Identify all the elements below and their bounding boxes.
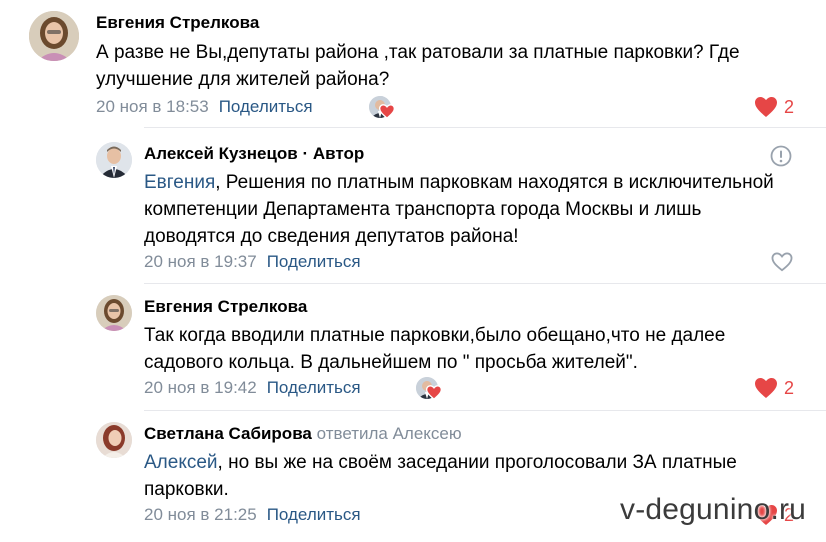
share-link[interactable]: Поделиться	[267, 252, 361, 271]
liker-avatar[interactable]	[369, 96, 395, 122]
like-button[interactable]: 2	[754, 376, 794, 400]
liker-avatar[interactable]	[416, 377, 442, 403]
comment-text: Так когда вводили платные парковки,было …	[144, 325, 726, 373]
author-name[interactable]: Алексей Кузнецов · Автор	[144, 144, 364, 164]
heart-outline-icon	[771, 252, 793, 272]
divider	[144, 283, 826, 284]
timestamp[interactable]: 20 ноя в 19:37	[144, 252, 257, 271]
like-button[interactable]	[771, 250, 799, 274]
author-name[interactable]: Светлана Сабирова ответила Алексею	[144, 424, 462, 444]
share-link[interactable]: Поделиться	[267, 378, 361, 397]
comment-meta: 20 ноя в 18:53 Поделиться	[96, 97, 313, 117]
comment-meta: 20 ноя в 19:42 Поделиться	[144, 378, 361, 398]
avatar[interactable]	[96, 422, 132, 458]
comment-text: Евгения, Решения по платным парковкам на…	[144, 172, 774, 247]
mention-link[interactable]: Алексей	[144, 452, 218, 473]
like-count: 2	[784, 377, 795, 398]
comment-text: А разве не Вы,депутаты района ,так ратов…	[96, 42, 740, 90]
avatar[interactable]	[29, 11, 79, 61]
reply-to-link[interactable]: ответила Алексею	[317, 424, 462, 443]
author-name[interactable]: Евгения Стрелкова	[144, 297, 307, 317]
timestamp[interactable]: 20 ноя в 19:42	[144, 378, 257, 397]
divider	[144, 127, 826, 128]
avatar[interactable]	[96, 295, 132, 331]
heart-icon	[379, 104, 395, 119]
comment-meta: 20 ноя в 19:37 Поделиться	[144, 252, 361, 272]
watermark: v-degunino.ru	[620, 493, 807, 526]
like-button[interactable]: 2	[754, 95, 794, 119]
report-icon[interactable]	[770, 145, 792, 167]
divider	[144, 410, 826, 411]
comment-meta: 20 ноя в 21:25 Поделиться	[144, 505, 361, 525]
heart-icon	[426, 385, 442, 400]
author-name[interactable]: Евгения Стрелкова	[96, 13, 259, 33]
heart-icon	[755, 97, 777, 117]
timestamp[interactable]: 20 ноя в 18:53	[96, 97, 209, 116]
heart-icon	[755, 378, 777, 398]
timestamp[interactable]: 20 ноя в 21:25	[144, 505, 257, 524]
avatar[interactable]	[96, 142, 132, 178]
author-badge: · Автор	[297, 144, 365, 163]
mention-link[interactable]: Евгения	[144, 172, 215, 193]
share-link[interactable]: Поделиться	[267, 505, 361, 524]
share-link[interactable]: Поделиться	[219, 97, 313, 116]
like-count: 2	[784, 96, 795, 117]
